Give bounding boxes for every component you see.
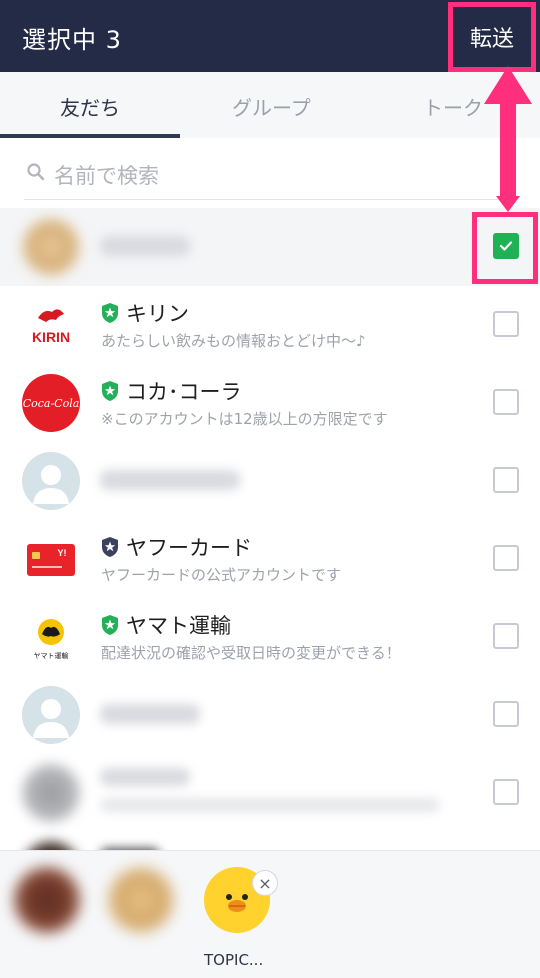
contact-row[interactable]: [0, 208, 540, 286]
search-placeholder: 名前で検索: [54, 164, 159, 188]
verified-badge-icon: [102, 537, 118, 557]
selected-item-label: TOPIC...: [204, 951, 264, 969]
selected-item[interactable]: [108, 867, 178, 933]
avatar: [22, 764, 80, 822]
svg-text:Y!: Y!: [58, 548, 67, 558]
tab-friends[interactable]: 友だち: [60, 92, 120, 121]
contact-row[interactable]: [0, 754, 540, 832]
blurred-name: [100, 704, 200, 724]
app-header: 選択中 3 転送: [0, 0, 540, 72]
blurred-name: [100, 768, 190, 786]
contact-name: ヤマト運輸: [126, 614, 231, 638]
contact-status: ヤフーカードの公式アカウントです: [101, 566, 342, 584]
contact-row[interactable]: ヤマト運輸 ヤマト運輸 配達状況の確認や受取日時の変更ができる！: [0, 598, 540, 676]
selected-tray: TOPIC...: [0, 850, 540, 978]
blurred-status: [100, 798, 440, 812]
blurred-name: [100, 470, 240, 490]
selected-item[interactable]: [14, 867, 84, 933]
default-avatar-icon: [22, 452, 80, 510]
contact-name-line: ヤフーカード: [100, 532, 252, 562]
contact-row[interactable]: Coca-Cola コカ･コーラ ※このアカウントは12歳以上の方限定です: [0, 364, 540, 442]
contact-name: キリン: [126, 302, 189, 326]
coca-cola-logo: Coca-Cola: [22, 374, 80, 432]
annotation-arrow-icon: [484, 66, 532, 212]
contact-name-line: コカ･コーラ: [100, 376, 242, 406]
contact-name: ヤフーカード: [126, 536, 252, 560]
search-field[interactable]: 名前で検索: [24, 150, 502, 200]
tab-chats[interactable]: トーク: [423, 92, 483, 121]
forward-button[interactable]: 転送: [448, 2, 536, 72]
blurred-name: [100, 236, 190, 256]
contact-name-line: キリン: [100, 298, 189, 328]
contact-checkbox[interactable]: [493, 311, 519, 337]
yahoo-card-logo: Y!: [22, 530, 80, 588]
contact-row[interactable]: [0, 676, 540, 754]
avatar: [14, 867, 80, 933]
contact-checkbox[interactable]: [493, 389, 519, 415]
contact-checkbox[interactable]: [493, 545, 519, 571]
avatar: [108, 867, 174, 933]
contact-checkbox[interactable]: [493, 623, 519, 649]
verified-badge-icon: [102, 381, 118, 401]
tab-groups[interactable]: グループ: [232, 92, 311, 121]
contact-checkbox[interactable]: [493, 779, 519, 805]
contact-row[interactable]: [0, 442, 540, 520]
verified-badge-icon: [102, 615, 118, 635]
contact-status: 配達状況の確認や受取日時の変更ができる！: [101, 644, 401, 662]
verified-badge-icon: [102, 303, 118, 323]
contact-checkbox[interactable]: [493, 701, 519, 727]
annotation-highlight-box: [472, 212, 538, 284]
contact-row[interactable]: Y! ヤフーカード ヤフーカードの公式アカウントです: [0, 520, 540, 598]
yamato-logo: ヤマト運輸: [22, 608, 80, 666]
selection-count-title: 選択中 3: [22, 26, 122, 54]
tab-bar: 友だち グループ トーク: [0, 72, 540, 138]
avatar: [22, 218, 80, 276]
contact-name-line: ヤマト運輸: [100, 610, 231, 640]
kirin-logo: KIRIN: [22, 296, 80, 354]
contact-status: あたらしい飲みもの情報おとどけ中〜♪: [101, 332, 366, 350]
search-icon: [27, 163, 45, 181]
contact-row[interactable]: KIRIN キリン あたらしい飲みもの情報おとどけ中〜♪: [0, 286, 540, 364]
contact-status: ※このアカウントは12歳以上の方限定です: [101, 410, 388, 428]
svg-text:Coca-Cola: Coca-Cola: [23, 397, 80, 410]
svg-text:KIRIN: KIRIN: [32, 329, 70, 345]
default-avatar-icon: [22, 686, 80, 744]
remove-selection-close-icon[interactable]: ×: [252, 870, 278, 896]
contact-checkbox[interactable]: [493, 467, 519, 493]
svg-text:ヤマト運輸: ヤマト運輸: [34, 651, 69, 660]
contact-name: コカ･コーラ: [126, 380, 242, 404]
active-tab-indicator: [0, 134, 180, 138]
